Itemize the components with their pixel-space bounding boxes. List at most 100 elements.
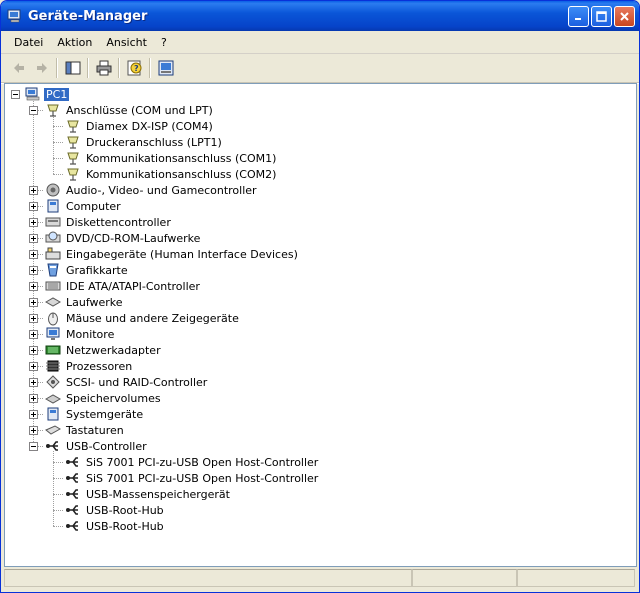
tree-item[interactable]: Grafikkarte (45, 262, 130, 278)
expand-toggle[interactable] (29, 346, 38, 355)
tree-item-label: USB-Controller (66, 439, 147, 453)
tree-item[interactable]: SiS 7001 PCI-zu-USB Open Host-Controller (65, 454, 320, 470)
menu-ansicht[interactable]: Ansicht (99, 36, 154, 49)
computer-device-icon (47, 199, 59, 213)
collapse-toggle[interactable] (11, 90, 20, 99)
close-button[interactable] (614, 5, 635, 27)
window-title: Geräte-Manager (28, 8, 148, 24)
expand-toggle[interactable] (29, 186, 38, 195)
expand-toggle[interactable] (29, 362, 38, 371)
tree-item[interactable]: DVD/CD-ROM-Laufwerke (45, 230, 202, 246)
tree-item[interactable]: Speichervolumes (45, 390, 163, 406)
expand-toggle[interactable] (29, 410, 38, 419)
expand-toggle[interactable] (29, 314, 38, 323)
print-icon (96, 60, 111, 76)
expand-toggle[interactable] (29, 202, 38, 211)
usb-icon (66, 505, 78, 515)
help-button[interactable]: ? (123, 57, 146, 79)
usb-icon (66, 521, 78, 531)
expand-toggle[interactable] (29, 282, 38, 291)
tree-item-label: SiS 7001 PCI-zu-USB Open Host-Controller (86, 455, 319, 469)
tree-guide-line (53, 510, 63, 511)
back-icon (13, 63, 24, 73)
tree-item[interactable]: USB-Massenspeichergerät (65, 486, 232, 502)
disk-drive-icon (45, 297, 61, 307)
collapse-toggle[interactable] (29, 442, 38, 451)
expand-toggle[interactable] (29, 250, 38, 259)
tree-item-label: Audio-, Video- und Gamecontroller (66, 183, 257, 197)
tree-item[interactable]: Druckeranschluss (LPT1) (65, 134, 224, 150)
tree-item[interactable]: Diamex DX-ISP (COM4) (65, 118, 215, 134)
port-icon (67, 120, 79, 133)
monitor-icon (46, 327, 60, 340)
tree-item[interactable]: Eingabegeräte (Human Interface Devices) (45, 246, 300, 262)
maximize-button[interactable] (591, 5, 612, 27)
tree-item[interactable]: Kommunikationsanschluss (COM2) (65, 166, 278, 182)
show-hide-console-tree-button[interactable] (61, 57, 84, 79)
print-button[interactable] (92, 57, 115, 79)
tree-item[interactable]: USB-Root-Hub (65, 502, 166, 518)
tree-item[interactable]: Mäuse und andere Zeigegeräte (45, 310, 241, 326)
properties-icon (158, 60, 173, 76)
expand-toggle[interactable] (29, 234, 38, 243)
status-cell-3 (517, 569, 635, 587)
network-icon (45, 345, 61, 355)
tree-guide-line (53, 174, 63, 175)
tree-item-label: Prozessoren (66, 359, 133, 373)
tree-item-label: Druckeranschluss (LPT1) (86, 135, 222, 149)
tree-item-label: Kommunikationsanschluss (COM2) (86, 167, 277, 181)
status-bar (4, 569, 635, 589)
back-button[interactable] (7, 57, 30, 79)
expand-toggle[interactable] (29, 218, 38, 227)
tree-item[interactable]: USB-Root-Hub (65, 518, 166, 534)
menu-datei[interactable]: Datei (7, 36, 50, 49)
device-tree[interactable]: PC1 Anschlüsse (COM und LPT) Diamex DX-ISP… (4, 83, 637, 567)
tree-item[interactable]: Monitore (45, 326, 116, 342)
toolbar-separator (87, 58, 89, 78)
tree-item[interactable]: PC1 (25, 86, 70, 102)
tree-item[interactable]: Systemgeräte (45, 406, 145, 422)
tree-item[interactable]: Netzwerkadapter (45, 342, 163, 358)
tree-item-label: PC1 (44, 87, 70, 101)
tree-item[interactable]: Laufwerke (45, 294, 125, 310)
tree-item-label: Diskettencontroller (66, 215, 171, 229)
volume-icon (45, 394, 61, 404)
tree-item[interactable]: Kommunikationsanschluss (COM1) (65, 150, 278, 166)
forward-button[interactable] (30, 57, 53, 79)
close-icon (620, 11, 629, 21)
tree-item[interactable]: Prozessoren (45, 358, 134, 374)
tree-item[interactable]: SiS 7001 PCI-zu-USB Open Host-Controller (65, 470, 320, 486)
tree-item-label: USB-Massenspeichergerät (86, 487, 230, 501)
title-bar[interactable]: Geräte-Manager (1, 1, 639, 31)
collapse-toggle[interactable] (29, 106, 38, 115)
status-cell-2 (412, 569, 517, 587)
menu-aktion[interactable]: Aktion (50, 36, 99, 49)
keyboard-icon (45, 425, 61, 435)
tree-item[interactable]: SCSI- und RAID-Controller (45, 374, 209, 390)
tree-guide-line (53, 526, 63, 527)
minimize-button[interactable] (568, 5, 589, 27)
tree-item[interactable]: USB-Controller (45, 438, 149, 454)
tree-item[interactable]: IDE ATA/ATAPI-Controller (45, 278, 202, 294)
tree-item-label: Tastaturen (66, 423, 124, 437)
tree-item[interactable]: Audio-, Video- und Gamecontroller (45, 182, 259, 198)
expand-toggle[interactable] (29, 394, 38, 403)
tree-item[interactable]: Anschlüsse (COM und LPT) (45, 102, 215, 118)
expand-toggle[interactable] (29, 298, 38, 307)
tree-item-label: Laufwerke (66, 295, 123, 309)
toolbar-separator (149, 58, 151, 78)
port-icon (67, 152, 79, 165)
tree-guide-line (53, 142, 63, 143)
expand-toggle[interactable] (29, 426, 38, 435)
expand-toggle[interactable] (29, 378, 38, 387)
tree-item[interactable]: Tastaturen (45, 422, 126, 438)
usb-icon (66, 489, 78, 499)
menu-help[interactable]: ? (154, 36, 174, 49)
expand-toggle[interactable] (29, 330, 38, 339)
properties-button[interactable] (154, 57, 177, 79)
tree-item[interactable]: Diskettencontroller (45, 214, 173, 230)
tree-guide-line (53, 126, 63, 127)
tree-item[interactable]: Computer (45, 198, 123, 214)
scsi-icon (46, 375, 60, 389)
expand-toggle[interactable] (29, 266, 38, 275)
